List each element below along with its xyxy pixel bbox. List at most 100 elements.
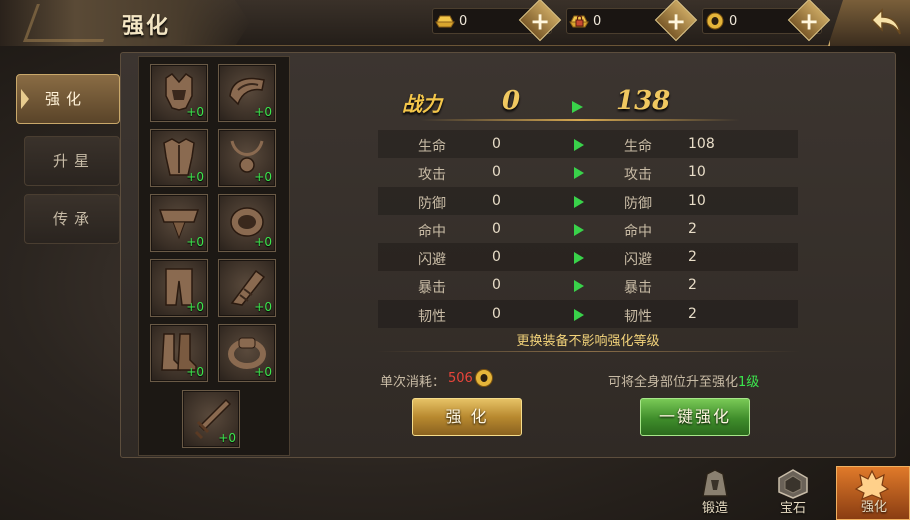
stat-row-hp: 生命 0 生命 108 [378, 130, 798, 159]
equip-slot-shoulder[interactable]: +0 [219, 65, 275, 121]
stat-name-next: 韧性 [624, 308, 652, 325]
stat-current: 0 [492, 220, 501, 237]
power-arrow-icon [572, 101, 583, 113]
add-locked-gold-button[interactable]: + [654, 0, 698, 42]
equip-level: +0 [254, 105, 272, 119]
stat-name: 防御 [418, 195, 446, 212]
bottom-nav: 锻造 宝石 强化 [680, 466, 910, 520]
nav-forge-label: 锻造 [701, 501, 728, 516]
stat-name: 攻击 [418, 167, 446, 184]
stat-name: 生命 [418, 139, 446, 155]
stat-current: 0 [492, 192, 501, 209]
equip-level: +0 [218, 431, 236, 445]
stat-row-defense: 防御 0 防御 10 [378, 186, 798, 215]
equip-level: +0 [254, 235, 272, 249]
stat-arrow-icon [574, 252, 584, 265]
equip-slot-armor[interactable]: +0 [151, 130, 207, 186]
enhance-notice: 更换装备不影响强化等级 [516, 334, 660, 349]
nav-forge[interactable]: 锻造 [680, 466, 750, 520]
stat-current: 0 [492, 249, 501, 266]
stat-name-next: 生命 [624, 139, 652, 155]
equip-slot-gauntlet[interactable]: +0 [219, 260, 275, 316]
back-arrow-icon [870, 8, 901, 35]
hint-text: 可将全身部位升至强化 [608, 375, 739, 390]
stat-name-next: 暴击 [624, 280, 652, 297]
equip-slot-necklace[interactable]: +0 [219, 130, 275, 186]
locked-ingot-icon [569, 15, 589, 28]
tab-inherit-label: 传承 [53, 210, 96, 228]
hint-level: 1级 [738, 375, 760, 390]
equip-slot-pants[interactable]: +0 [151, 260, 207, 316]
stat-current: 0 [492, 305, 501, 322]
stat-current: 0 [492, 164, 501, 181]
nav-enhance[interactable]: 强化 [836, 466, 910, 520]
tab-star-up[interactable]: 升星 [24, 136, 120, 186]
tab-inherit[interactable]: 传承 [24, 194, 120, 244]
coin-icon [475, 369, 493, 387]
enhance-button[interactable]: 强 化 [412, 398, 522, 436]
gem-icon [778, 469, 808, 499]
stat-arrow-icon [574, 308, 584, 321]
page-title: 强化 [122, 13, 171, 39]
stat-arrow-icon [574, 167, 584, 180]
stat-arrow-icon [574, 195, 584, 208]
equip-slot-boots[interactable]: +0 [151, 325, 207, 381]
cost-value: 506 [448, 371, 473, 386]
stat-arrow-icon [574, 280, 584, 293]
stat-next: 2 [688, 277, 697, 294]
stat-name-next: 攻击 [624, 167, 652, 184]
power-label: 战力 [402, 92, 442, 116]
stat-name-next: 防御 [624, 195, 652, 212]
back-button[interactable] [828, 0, 910, 46]
stat-next: 10 [688, 164, 706, 181]
stat-arrow-icon [574, 139, 584, 151]
stat-row-dodge: 闪避 0 闪避 2 [378, 243, 798, 272]
stat-next: 2 [688, 220, 697, 237]
top-bar: 强化 0 + 0 + 0 + [0, 0, 910, 46]
stat-next: 10 [688, 192, 706, 209]
equip-level: +0 [254, 300, 272, 314]
cost-label: 单次消耗： [380, 375, 446, 390]
stat-row-attack: 攻击 0 攻击 10 [378, 158, 798, 186]
stat-name-next: 闪避 [624, 252, 652, 269]
stats-table: 生命 0 生命 108 攻击 0 攻击 10 防御 0 防御 10 命中 0 命… [378, 130, 798, 329]
currency-gold-value: 0 [459, 14, 468, 29]
stat-next: 2 [688, 305, 697, 322]
add-coin-button[interactable]: + [787, 0, 831, 42]
nav-gem[interactable]: 宝石 [758, 466, 828, 520]
equip-slot-helmet[interactable]: +0 [151, 65, 207, 121]
active-tab-indicator [21, 89, 29, 109]
stat-name: 暴击 [418, 280, 446, 297]
stat-current: 0 [492, 277, 501, 294]
equip-level: +0 [186, 300, 204, 314]
power-next: 138 [616, 86, 671, 116]
stat-row-toughness: 韧性 0 韧性 2 [378, 299, 798, 329]
forge-icon [702, 469, 728, 497]
stat-name: 命中 [418, 223, 446, 240]
equipment-panel: +0 +0 +0 +0 +0 +0 +0 +0 +0 +0 +0 [138, 56, 290, 456]
equip-slot-ring[interactable]: +0 [219, 325, 275, 381]
stat-arrow-icon [574, 223, 584, 236]
stat-row-crit: 暴击 0 暴击 2 [378, 271, 798, 299]
add-gold-button[interactable]: + [518, 0, 562, 42]
stat-row-hit: 命中 0 命中 2 [378, 215, 798, 243]
equip-slot-bracer[interactable]: +0 [219, 195, 275, 251]
stat-name: 韧性 [418, 308, 446, 325]
equip-level: +0 [186, 365, 204, 379]
equip-level: +0 [186, 105, 204, 119]
divider [376, 351, 800, 352]
equip-level: +0 [186, 235, 204, 249]
equip-level: +0 [254, 365, 272, 379]
title-ornament [23, 4, 117, 42]
currency-locked-gold-value: 0 [593, 14, 602, 29]
power-current: 0 [502, 86, 521, 116]
stat-name: 闪避 [418, 252, 446, 269]
equip-level: +0 [186, 170, 204, 184]
one-click-enhance-button[interactable]: 一键强化 [640, 398, 750, 436]
stat-name-next: 命中 [624, 223, 652, 240]
stat-next: 2 [688, 249, 697, 266]
equip-slot-weapon[interactable]: +0 [183, 391, 239, 447]
equip-slot-belt[interactable]: +0 [151, 195, 207, 251]
tab-enhance-label: 强化 [45, 90, 88, 108]
tab-enhance[interactable]: 强化 [16, 74, 120, 124]
